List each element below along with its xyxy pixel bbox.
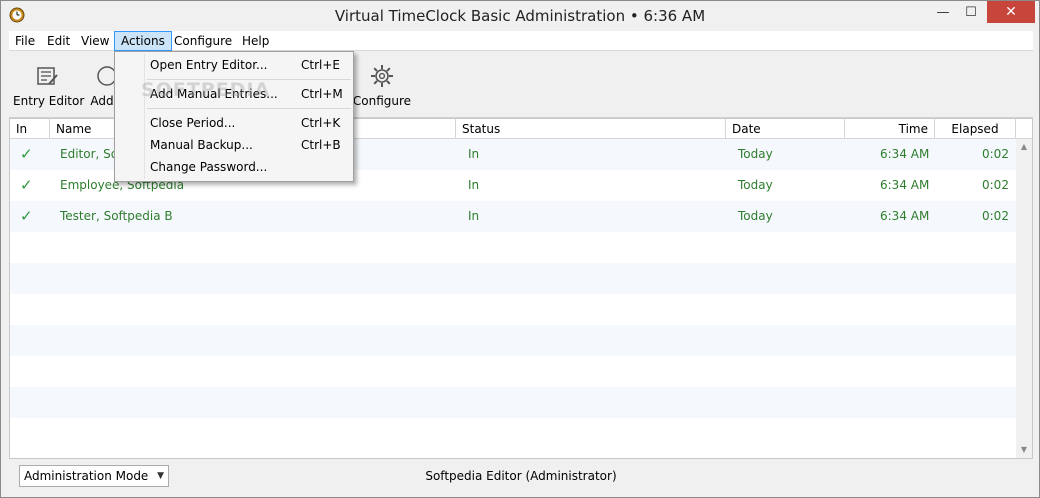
empty-row xyxy=(10,387,1016,418)
menu-item-change-password[interactable]: Change Password... xyxy=(116,156,352,178)
column-header-status[interactable]: Status xyxy=(456,119,726,139)
softpedia-watermark: SOFTPEDIA xyxy=(141,79,271,101)
menu-bar: File Edit View Actions Configure Help xyxy=(9,31,1033,51)
clocked-in-check-icon: ✓ xyxy=(20,145,33,163)
title-bar: Virtual TimeClock Basic Administration •… xyxy=(1,1,1039,31)
column-header-date[interactable]: Date xyxy=(726,119,845,139)
entry-editor-button[interactable]: Entry Editor xyxy=(13,58,85,114)
maximize-button[interactable]: ☐ xyxy=(957,1,985,23)
employee-name: Editor, Sof xyxy=(60,147,123,161)
empty-row xyxy=(10,418,1016,449)
gear-icon xyxy=(371,65,393,87)
menu-item-label: Manual Backup... xyxy=(150,138,253,152)
menu-item-label: Change Password... xyxy=(150,160,268,174)
column-header-in[interactable]: In xyxy=(10,119,50,139)
elapsed-time: 0:02 xyxy=(982,147,1009,161)
menu-actions[interactable]: Actions xyxy=(114,31,172,51)
clocked-in-check-icon: ✓ xyxy=(20,176,33,194)
menu-edit[interactable]: Edit xyxy=(41,31,76,51)
empty-row xyxy=(10,325,1016,356)
configure-label: Configure xyxy=(352,94,412,108)
menu-item-shortcut: Ctrl+B xyxy=(301,138,341,152)
column-header-elapsed[interactable]: Elapsed xyxy=(935,119,1016,139)
entry-editor-icon xyxy=(37,67,58,85)
employee-status: In xyxy=(468,178,480,192)
menu-item-shortcut: Ctrl+M xyxy=(301,87,343,101)
entry-date: Today xyxy=(738,178,773,192)
menu-item-label: Close Period... xyxy=(150,116,236,130)
employee-status: In xyxy=(468,209,480,223)
minimize-button[interactable]: — xyxy=(929,1,957,23)
entry-date: Today xyxy=(738,147,773,161)
empty-row xyxy=(10,232,1016,263)
menu-item-close-period[interactable]: Close Period... Ctrl+K xyxy=(116,112,352,134)
menu-item-shortcut: Ctrl+E xyxy=(301,58,340,72)
entry-time: 6:34 AM xyxy=(880,178,930,192)
entry-time: 6:34 AM xyxy=(880,147,930,161)
menu-item-label: Open Entry Editor... xyxy=(150,58,268,72)
close-button[interactable]: ✕ xyxy=(987,1,1035,23)
configure-button[interactable]: Configure xyxy=(351,58,413,114)
add-icon xyxy=(97,66,116,86)
clocked-in-check-icon: ✓ xyxy=(20,207,33,225)
employee-name: Tester, Softpedia B xyxy=(60,209,173,223)
elapsed-time: 0:02 xyxy=(982,209,1009,223)
table-row[interactable]: ✓ Tester, Softpedia B In Today 6:34 AM 0… xyxy=(10,201,1016,232)
empty-row xyxy=(10,263,1016,294)
menu-item-open-entry-editor[interactable]: Open Entry Editor... Ctrl+E xyxy=(116,54,352,76)
entry-editor-label: Entry Editor xyxy=(13,94,85,108)
scroll-up-arrow-icon[interactable]: ▲ xyxy=(1016,139,1032,155)
menu-separator xyxy=(147,108,351,109)
window-title: Virtual TimeClock Basic Administration •… xyxy=(334,7,706,25)
app-window: Virtual TimeClock Basic Administration •… xyxy=(0,0,1040,498)
actions-dropdown-menu: Open Entry Editor... Ctrl+E Add Manual E… xyxy=(114,51,354,182)
vertical-scrollbar[interactable]: ▲ ▼ xyxy=(1016,139,1032,458)
entry-time: 6:34 AM xyxy=(880,209,930,223)
employee-status: In xyxy=(468,147,480,161)
menu-item-manual-backup[interactable]: Manual Backup... Ctrl+B xyxy=(116,134,352,156)
scroll-down-arrow-icon[interactable]: ▼ xyxy=(1016,442,1032,458)
menu-help[interactable]: Help xyxy=(236,31,275,51)
column-header-time[interactable]: Time xyxy=(845,119,935,139)
elapsed-time: 0:02 xyxy=(982,178,1009,192)
add-button[interactable]: Add xyxy=(87,58,117,114)
empty-row xyxy=(10,294,1016,325)
entry-date: Today xyxy=(738,209,773,223)
menu-view[interactable]: View xyxy=(75,31,115,51)
logged-in-user: Softpedia Editor (Administrator) xyxy=(425,469,617,483)
menu-item-shortcut: Ctrl+K xyxy=(301,116,341,130)
menu-configure[interactable]: Configure xyxy=(168,31,238,51)
status-bar: Administration Mode ▼ Softpedia Editor (… xyxy=(9,461,1033,493)
add-label: Add xyxy=(90,94,114,108)
menu-file[interactable]: File xyxy=(9,31,41,51)
empty-row xyxy=(10,356,1016,387)
